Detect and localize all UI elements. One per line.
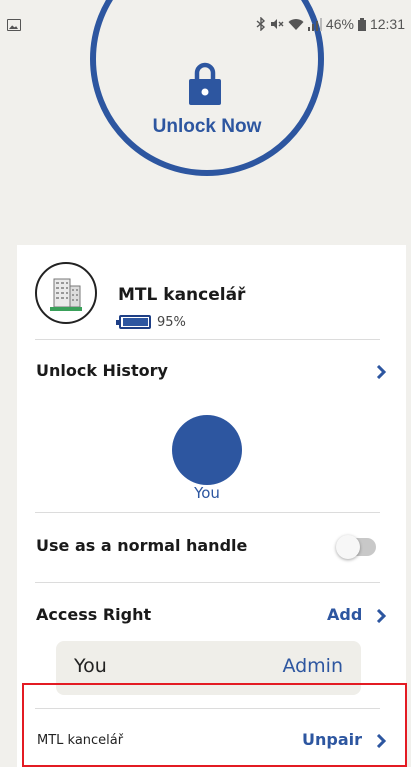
divider	[35, 582, 380, 583]
battery-fill	[123, 318, 148, 326]
status-bar: 46% 12:31	[0, 0, 411, 44]
unlock-history-title[interactable]: Unlock History	[36, 361, 168, 380]
access-user-name: You	[74, 655, 107, 677]
add-chevron-icon[interactable]	[374, 609, 388, 623]
wifi-icon	[288, 18, 304, 30]
normal-handle-toggle[interactable]	[336, 535, 376, 559]
gallery-icon	[7, 19, 21, 31]
divider	[35, 339, 380, 340]
building-icon	[35, 262, 97, 324]
device-name: MTL kancelář	[118, 285, 246, 305]
device-battery-percent: 95%	[157, 315, 186, 330]
access-user-row[interactable]: You Admin	[56, 641, 361, 695]
history-user-avatar	[172, 415, 242, 485]
device-battery-icon	[116, 315, 151, 329]
lock-details-card: MTL kancelář 95% Unlock History You Use …	[17, 245, 406, 767]
divider	[35, 512, 380, 513]
divider	[35, 708, 380, 709]
lock-icon	[189, 62, 221, 105]
status-time: 12:31	[369, 16, 405, 32]
mute-icon	[270, 19, 284, 29]
add-access-button[interactable]: Add	[327, 605, 362, 624]
toggle-knob	[336, 535, 360, 559]
bluetooth-icon	[256, 17, 265, 31]
status-battery-text: 46%	[325, 16, 354, 32]
unpair-chevron-icon[interactable]	[374, 734, 388, 748]
access-right-title: Access Right	[36, 605, 152, 624]
history-user-name: You	[194, 484, 220, 502]
access-user-role: Admin	[282, 655, 343, 677]
unlock-now-label[interactable]: Unlock Now	[120, 116, 294, 138]
unpair-button[interactable]: Unpair	[302, 730, 362, 749]
paired-device-label: MTL kancelář	[37, 733, 124, 748]
signal-icon	[307, 17, 322, 31]
battery-icon	[357, 17, 366, 31]
screen: 46% 12:31 Unlock Now MTL kancelář 95% Un…	[0, 0, 411, 767]
normal-handle-label: Use as a normal handle	[36, 536, 248, 555]
unlock-history-chevron-icon[interactable]	[374, 365, 388, 379]
status-icons: 46% 12:31	[256, 16, 405, 32]
